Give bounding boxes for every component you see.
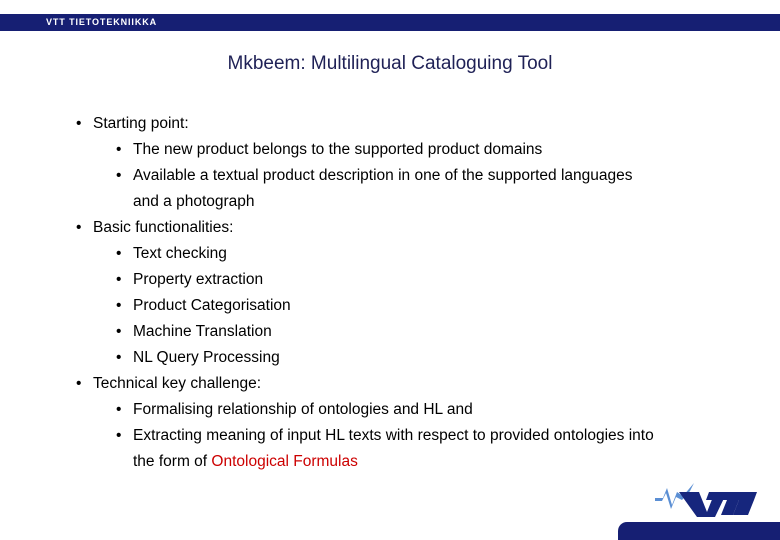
list-item: • Starting point: (0, 111, 780, 137)
list-item: • Technical key challenge: (0, 371, 780, 397)
list-item: • Basic functionalities: (0, 215, 780, 241)
list-item: • Property extraction (0, 267, 780, 293)
bullet-icon: • (76, 375, 82, 392)
list-item-label: Property extraction (133, 271, 264, 288)
list-item: • Product Categorisation (0, 293, 780, 319)
list-item: • Available a textual product descriptio… (0, 163, 780, 215)
bullet-icon: • (116, 349, 122, 366)
list-item-label: Text checking (133, 245, 227, 262)
bullet-list: • Starting point: • The new product belo… (0, 111, 780, 475)
list-item: • Formalising relationship of ontologies… (0, 397, 780, 423)
list-item-label: Extracting meaning of input HL texts wit… (133, 423, 660, 475)
bullet-icon: • (116, 401, 122, 418)
list-item: • NL Query Processing (0, 345, 780, 371)
list-item: • The new product belongs to the support… (0, 137, 780, 163)
list-item: • Extracting meaning of input HL texts w… (0, 423, 780, 475)
list-item-label: The new product belongs to the supported… (133, 141, 543, 158)
footer-bar (618, 522, 780, 540)
bullet-icon: • (116, 245, 122, 262)
bullet-icon: • (116, 167, 122, 184)
page-title: Mkbeem: Multilingual Cataloguing Tool (227, 53, 553, 74)
list-item-label: Formalising relationship of ontologies a… (133, 401, 473, 418)
organisation-label: VTT TIETOTEKNIIKKA (46, 17, 158, 27)
list-item-label: Available a textual product description … (133, 167, 633, 210)
list-item: • Text checking (0, 241, 780, 267)
bullet-icon: • (116, 141, 122, 158)
bullet-icon: • (116, 427, 122, 444)
bullet-icon: • (116, 297, 122, 314)
vtt-logo (653, 481, 759, 517)
slide: VTT TIETOTEKNIIKKA Mkbeem: Multilingual … (0, 0, 780, 540)
list-item-label: Machine Translation (133, 323, 272, 340)
list-item-label: NL Query Processing (133, 349, 280, 366)
list-item: • Machine Translation (0, 319, 780, 345)
list-item-label: Technical key challenge: (93, 375, 262, 392)
list-item-label: Basic functionalities: (93, 219, 234, 236)
bullet-icon: • (76, 219, 82, 236)
list-item-label: Product Categorisation (133, 297, 291, 314)
bullet-icon: • (116, 271, 122, 288)
bullet-icon: • (76, 115, 82, 132)
list-item-label: Starting point: (93, 115, 189, 132)
bullet-icon: • (116, 323, 122, 340)
list-item-text-highlight: Ontological Formulas (211, 453, 358, 470)
